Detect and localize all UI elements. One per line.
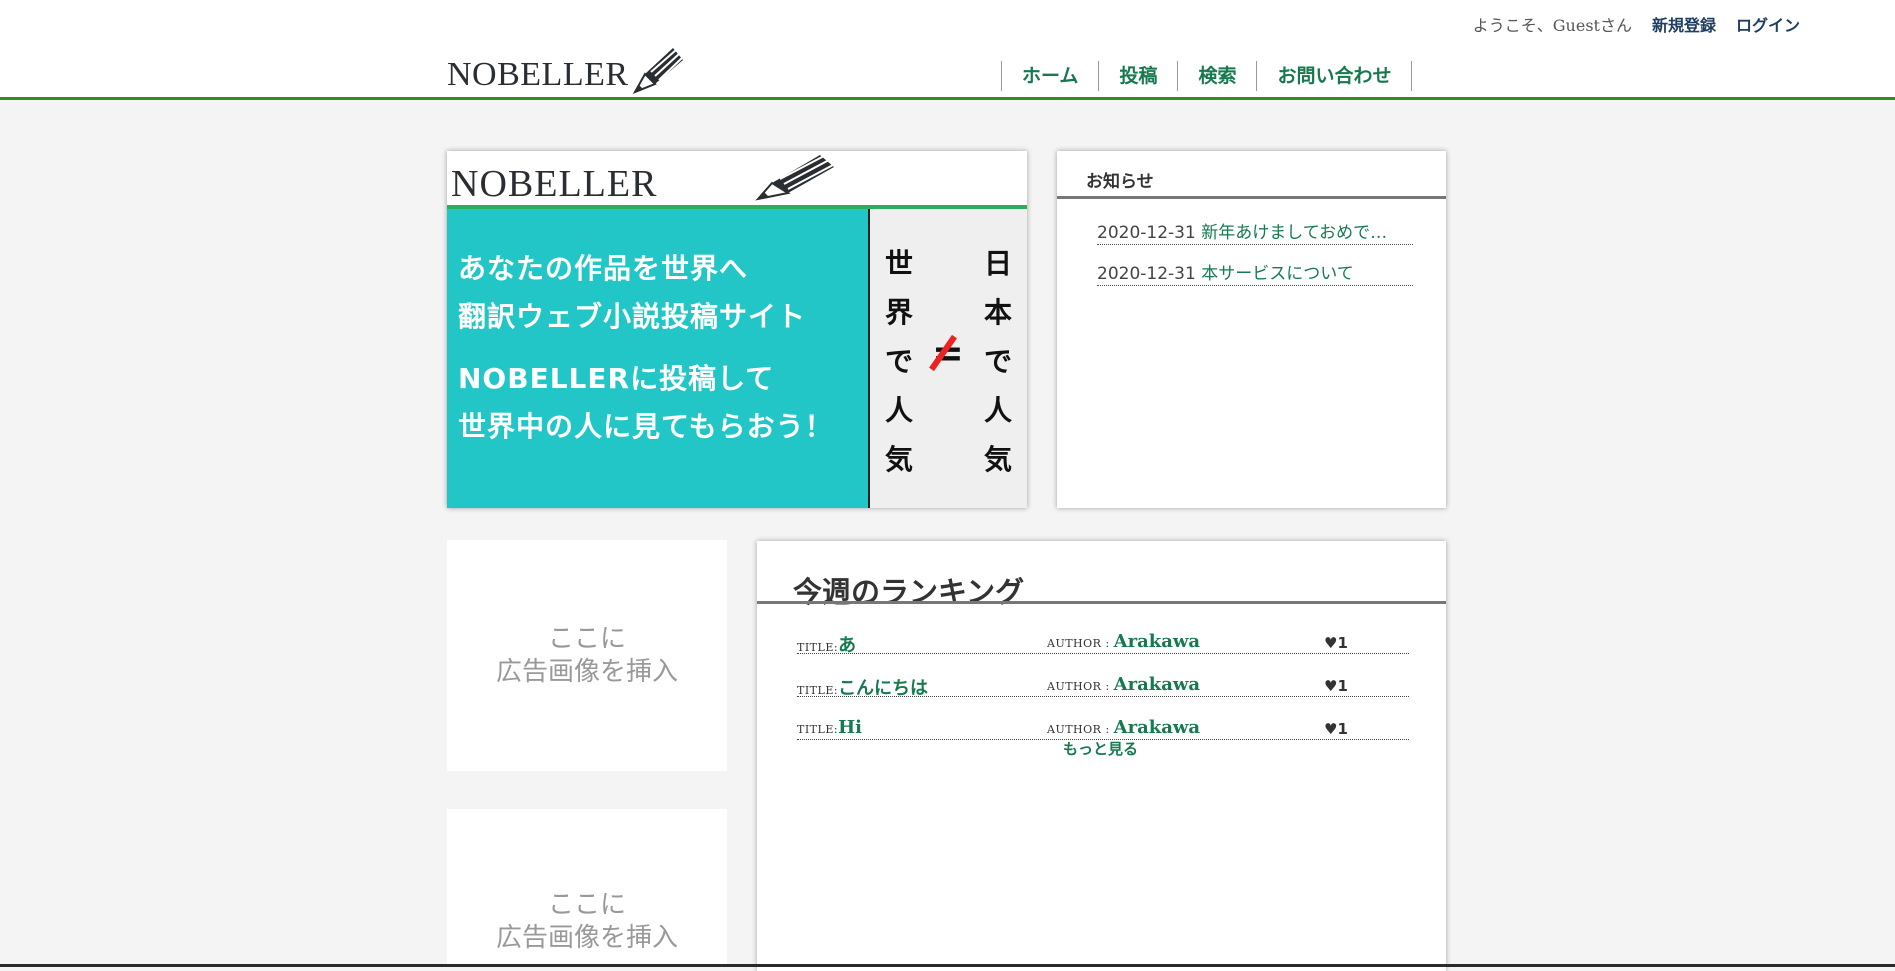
notice-date: 2020-12-31 (1097, 264, 1196, 284)
work-title-link[interactable]: こんにちは (838, 678, 928, 699)
ad-line-2: 広告画像を挿入 (495, 656, 678, 687)
hero-logo-bar: NOBELLER (447, 151, 1027, 209)
notice-date: 2020-12-31 (1097, 223, 1196, 243)
logo-text: NOBELLER (447, 56, 629, 93)
user-bar: ようこそ、Guestさん 新規登録 ログイン (1473, 12, 1800, 36)
welcome-text: ようこそ、Guestさん (1472, 16, 1632, 35)
char: 人 (983, 394, 1012, 427)
char: 世 (884, 247, 913, 280)
notice-item[interactable]: 2020-12-31 新年あけましておめで… (1097, 218, 1413, 245)
char: で (983, 345, 1012, 378)
vertical-text-world: 世 界 で 人 気 (884, 239, 914, 484)
ad-line-2: 広告画像を挿入 (495, 923, 678, 953)
author-link[interactable]: Arakawa (1114, 674, 1200, 695)
main-nav: ホーム 投稿 検索 お問い合わせ (1001, 61, 1413, 91)
hero-line-1: あなたの作品を世界へ (458, 252, 749, 285)
work-title-link[interactable]: あ (838, 635, 856, 656)
ad-line-1: ここに (547, 623, 626, 654)
heart-icon: ♥ (1324, 720, 1338, 738)
register-link[interactable]: 新規登録 (1652, 12, 1716, 36)
ranking-row: TITLE:あ AUTHOR : Arakawa ♥1 (797, 629, 1409, 656)
login-link[interactable]: ログイン (1736, 12, 1800, 36)
like-value: 1 (1337, 634, 1348, 652)
ad-placeholder[interactable]: ここに 広告画像を挿入 (447, 540, 727, 771)
ranking-title: 今週のランキング (793, 575, 1025, 609)
heart-icon: ♥ (1324, 677, 1338, 695)
hero-line-4: 世界中の人に見てもらおう！ (458, 410, 834, 443)
title-label: TITLE: (797, 684, 839, 697)
char: 界 (884, 296, 913, 329)
author-label: AUTHOR : (1047, 680, 1114, 693)
title-label: TITLE: (797, 723, 839, 736)
pencil-icon (755, 155, 834, 201)
author-label: AUTHOR : (1047, 637, 1114, 650)
heart-icon: ♥ (1324, 634, 1338, 652)
divider (1057, 196, 1446, 199)
hero-logo-text: NOBELLER (451, 163, 658, 205)
work-title-link[interactable]: Hi (838, 717, 862, 738)
author-label: AUTHOR : (1047, 723, 1114, 736)
author-link[interactable]: Arakawa (1114, 631, 1200, 652)
notices-panel: お知らせ 2020-12-31 新年あけましておめで… 2020-12-31 本… (1057, 151, 1446, 508)
nav-home[interactable]: ホーム (1002, 61, 1100, 91)
notice-title: 本サービスについて (1201, 264, 1354, 284)
pencil-icon (632, 48, 683, 94)
site-header: ようこそ、Guestさん 新規登録 ログイン NOBELLER ホーム 投稿 検… (0, 0, 1895, 100)
nav-contact[interactable]: お問い合わせ (1257, 61, 1413, 91)
like-value: 1 (1337, 720, 1348, 738)
title-label: TITLE: (797, 641, 839, 654)
site-logo[interactable]: NOBELLER (447, 42, 685, 98)
char: 人 (884, 394, 913, 427)
not-equal-sign: = (932, 331, 964, 375)
ad-placeholder[interactable]: ここに 広告画像を挿入 (447, 809, 727, 967)
nav-search[interactable]: 検索 (1178, 61, 1258, 91)
char: 気 (884, 443, 913, 476)
vertical-text-japan: 日 本 で 人 気 (983, 239, 1013, 484)
notice-title: 新年あけましておめで… (1201, 223, 1388, 243)
nav-post[interactable]: 投稿 (1099, 61, 1179, 91)
author-link[interactable]: Arakawa (1114, 717, 1200, 738)
divider (757, 601, 1446, 604)
see-more-link[interactable]: もっと見る (1063, 738, 1138, 759)
char: 気 (983, 443, 1012, 476)
ranking-row: TITLE:Hi AUTHOR : Arakawa ♥1 (797, 715, 1409, 740)
hero-line-2: 翻訳ウェブ小説投稿サイト (458, 300, 807, 333)
hero-comparison: 世 界 で 人 気 = 日 本 で 人 気 (868, 209, 1027, 508)
char: 日 (983, 247, 1012, 280)
ranking-panel: 今週のランキング TITLE:あ AUTHOR : Arakawa ♥1 TIT… (757, 541, 1446, 971)
notices-title: お知らせ (1086, 172, 1154, 192)
hero-banner: NOBELLER あなたの作品を世界へ 翻訳ウェブ小説投稿サイト NOBELLE… (447, 151, 1027, 508)
hero-line-3: NOBELLERに投稿して (458, 362, 775, 395)
ad-line-1: ここに (547, 890, 626, 920)
like-count: ♥1 (1324, 677, 1348, 695)
like-value: 1 (1337, 677, 1348, 695)
like-count: ♥1 (1324, 634, 1348, 652)
ranking-row: TITLE:こんにちは AUTHOR : Arakawa ♥1 (797, 672, 1409, 699)
char: で (884, 345, 913, 378)
hero-tagline: あなたの作品を世界へ 翻訳ウェブ小説投稿サイト NOBELLERに投稿して 世界… (447, 209, 868, 508)
notice-item[interactable]: 2020-12-31 本サービスについて (1097, 259, 1413, 286)
like-count: ♥1 (1324, 720, 1348, 738)
char: 本 (983, 296, 1012, 329)
